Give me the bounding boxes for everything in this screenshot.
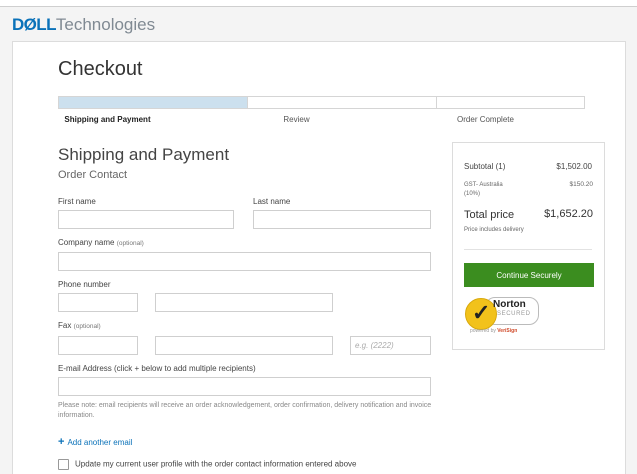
fax-area-code-input[interactable] <box>58 336 138 355</box>
norton-secured-badge[interactable]: ✓ Norton SECURED powered by VeriSign <box>465 295 575 335</box>
checkout-panel: Checkout Shipping and Payment Review Ord… <box>12 41 626 474</box>
company-name-label: Company name (optional) <box>58 238 144 247</box>
first-name-label: First name <box>58 197 96 206</box>
plus-icon: + <box>58 436 65 448</box>
email-label: E-mail Address (click + below to add mul… <box>58 364 256 373</box>
phone-number-label: Phone number <box>58 280 111 289</box>
checkout-progress-bar <box>58 96 585 109</box>
fax-extension-input[interactable] <box>350 336 431 355</box>
step-order-complete: Order Complete <box>457 115 514 124</box>
update-profile-row: Update my current user profile with the … <box>58 459 356 470</box>
technologies-wordmark: Technologies <box>55 15 156 34</box>
first-name-input[interactable] <box>58 210 234 229</box>
subtotal-label: Subtotal (1) <box>464 162 506 171</box>
company-name-input[interactable] <box>58 252 431 271</box>
step-review: Review <box>283 115 310 124</box>
step-shipping-and-payment: Shipping and Payment <box>64 115 151 124</box>
summary-divider <box>464 249 592 250</box>
optional-tag: (optional) <box>73 323 101 330</box>
delivery-note: Price includes delivery <box>464 227 524 233</box>
optional-tag: (optional) <box>116 240 144 247</box>
gst-label: GST- Australia (10%) <box>464 181 503 199</box>
add-another-email-link[interactable]: + Add another email <box>58 436 132 448</box>
update-profile-label: Update my current user profile with the … <box>75 459 357 469</box>
phone-number-input[interactable] <box>155 293 333 312</box>
norton-secured-text: SECURED <box>497 311 531 317</box>
progress-divider <box>247 97 248 108</box>
fax-text: Fax <box>58 321 72 330</box>
progress-fill <box>59 97 247 108</box>
company-name-text: Company name <box>58 238 115 247</box>
fax-label: Fax (optional) <box>58 321 101 330</box>
last-name-input[interactable] <box>253 210 431 229</box>
powered-by-text: powered by <box>470 328 496 334</box>
email-input[interactable] <box>58 377 431 396</box>
section-heading: Shipping and Payment <box>58 145 230 164</box>
total-price-value: $1,652.20 <box>544 208 593 220</box>
norton-powered-by: powered by VeriSign <box>470 328 517 334</box>
dell-technologies-logo[interactable]: DØLLTechnologies <box>12 15 155 35</box>
top-bar <box>0 0 637 7</box>
fax-number-input[interactable] <box>155 336 333 355</box>
add-email-text: Add another email <box>67 438 133 447</box>
dell-logo: DØLL <box>12 15 56 34</box>
page-title: Checkout <box>58 58 143 80</box>
update-profile-checkbox[interactable] <box>58 459 69 470</box>
last-name-label: Last name <box>253 197 291 206</box>
order-summary-card: Subtotal (1) $1,502.00 GST- Australia (1… <box>452 142 605 350</box>
gst-label-line2: (10%) <box>464 191 481 197</box>
subtotal-row: Subtotal (1) $1,502.00 <box>464 162 592 171</box>
continue-securely-button[interactable]: Continue Securely <box>464 263 594 287</box>
total-price-label: Total price <box>464 209 515 221</box>
norton-name: Norton <box>493 299 526 310</box>
progress-divider <box>436 97 437 108</box>
subtotal-value: $1,502.00 <box>556 162 592 171</box>
phone-area-code-input[interactable] <box>58 293 138 312</box>
gst-label-line1: GST- Australia <box>464 182 503 188</box>
order-contact-heading: Order Contact <box>58 169 128 181</box>
email-note: Please note: email recipients will recei… <box>58 402 432 419</box>
verisign-text: VeriSign <box>497 328 518 334</box>
gst-value: $150.20 <box>569 181 594 188</box>
